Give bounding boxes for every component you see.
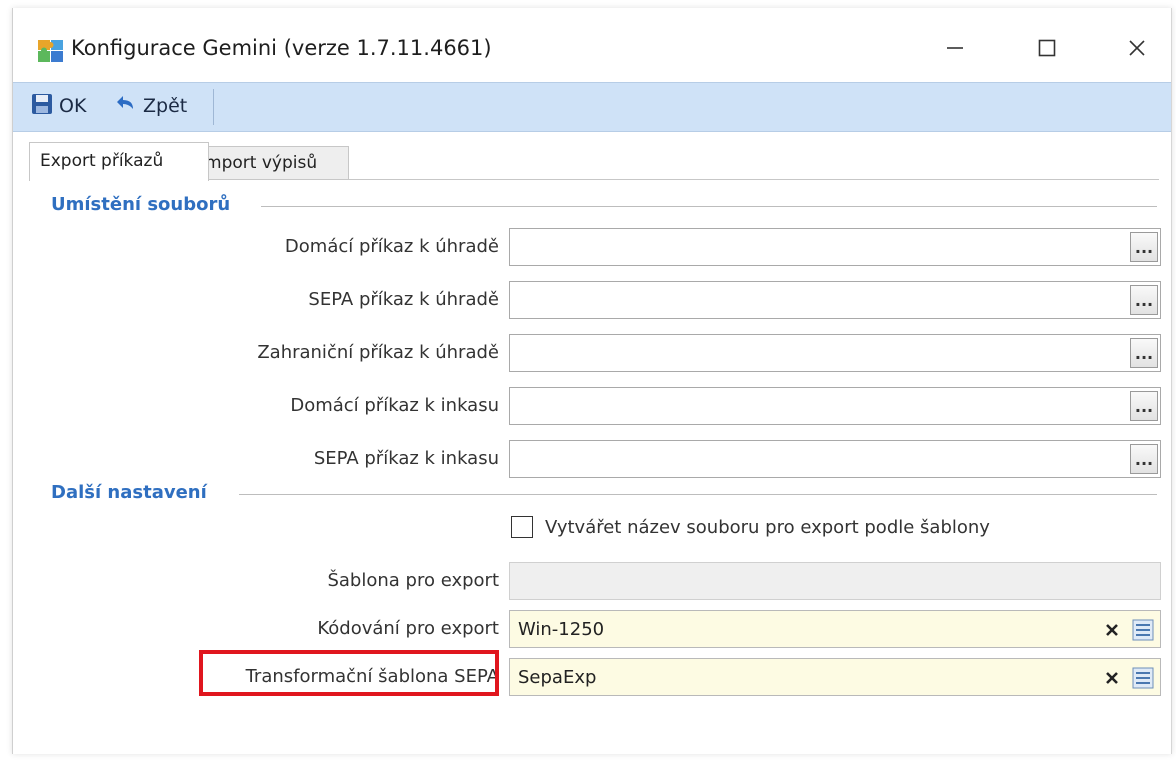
sepa-payment-field[interactable]: ... [509,281,1161,319]
section-divider [261,206,1157,207]
sepa-collection-field[interactable]: ... [509,440,1161,478]
app-puzzle-icon [37,38,65,64]
browse-button[interactable]: ... [1130,444,1158,474]
section-title-other-settings: Další nastavení [51,482,207,503]
section-divider [239,494,1157,495]
config-window: Konfigurace Gemini (verze 1.7.11.4661) O… [12,8,1172,754]
label-export-template: Šablona pro export [327,570,499,591]
template-name-checkbox-label: Vytvářet název souboru pro export podle … [545,516,990,538]
list-picker-icon[interactable] [1130,665,1156,691]
browse-button[interactable]: ... [1130,391,1158,421]
sepa-template-select[interactable]: SepaExp [509,658,1161,696]
label-domestic-payment: Domácí příkaz k úhradě [284,236,499,257]
window-title: Konfigurace Gemini (verze 1.7.11.4661) [71,36,492,60]
label-export-encoding: Kódování pro export [317,618,499,639]
export-panel: Umístění souborů Domácí příkaz k úhradě … [29,180,1161,740]
list-picker-icon[interactable] [1130,617,1156,643]
toolbar-separator [213,89,214,125]
tab-export[interactable]: Export příkazů [29,142,209,181]
back-button[interactable]: Zpět [113,91,187,121]
back-label: Zpět [143,95,188,117]
label-sepa-payment: SEPA příkaz k úhradě [308,289,499,310]
undo-arrow-icon [113,93,137,120]
domestic-payment-field[interactable]: ... [509,228,1161,266]
browse-button[interactable]: ... [1130,285,1158,315]
title-bar: Konfigurace Gemini (verze 1.7.11.4661) [13,8,1171,80]
export-encoding-select[interactable]: Win-1250 [509,610,1161,648]
template-name-checkbox[interactable] [511,516,533,538]
highlight-box [199,650,499,696]
maximize-button[interactable] [1017,26,1077,70]
export-template-field [509,562,1161,600]
section-title-file-location: Umístění souborů [51,194,231,215]
domestic-collection-field[interactable]: ... [509,387,1161,425]
ok-label: OK [59,95,87,117]
label-domestic-collection: Domácí příkaz k inkasu [290,395,499,416]
minimize-button[interactable] [925,26,985,70]
ok-button[interactable]: OK [31,91,86,121]
label-sepa-collection: SEPA příkaz k inkasu [313,448,499,469]
sepa-template-value: SepaExp [518,667,597,688]
close-button[interactable] [1107,26,1167,70]
label-foreign-payment: Zahraniční příkaz k úhradě [257,342,499,363]
export-encoding-value: Win-1250 [518,619,605,640]
clear-x-icon[interactable] [1100,666,1124,690]
template-name-checkbox-row[interactable]: Vytvářet název souboru pro export podle … [511,516,990,538]
save-disk-icon [31,93,53,120]
toolbar: OK Zpět [13,82,1171,132]
browse-button[interactable]: ... [1130,338,1158,368]
foreign-payment-field[interactable]: ... [509,334,1161,372]
clear-x-icon[interactable] [1100,618,1124,642]
browse-button[interactable]: ... [1130,232,1158,262]
tab-import[interactable]: Import výpisů [189,146,349,180]
